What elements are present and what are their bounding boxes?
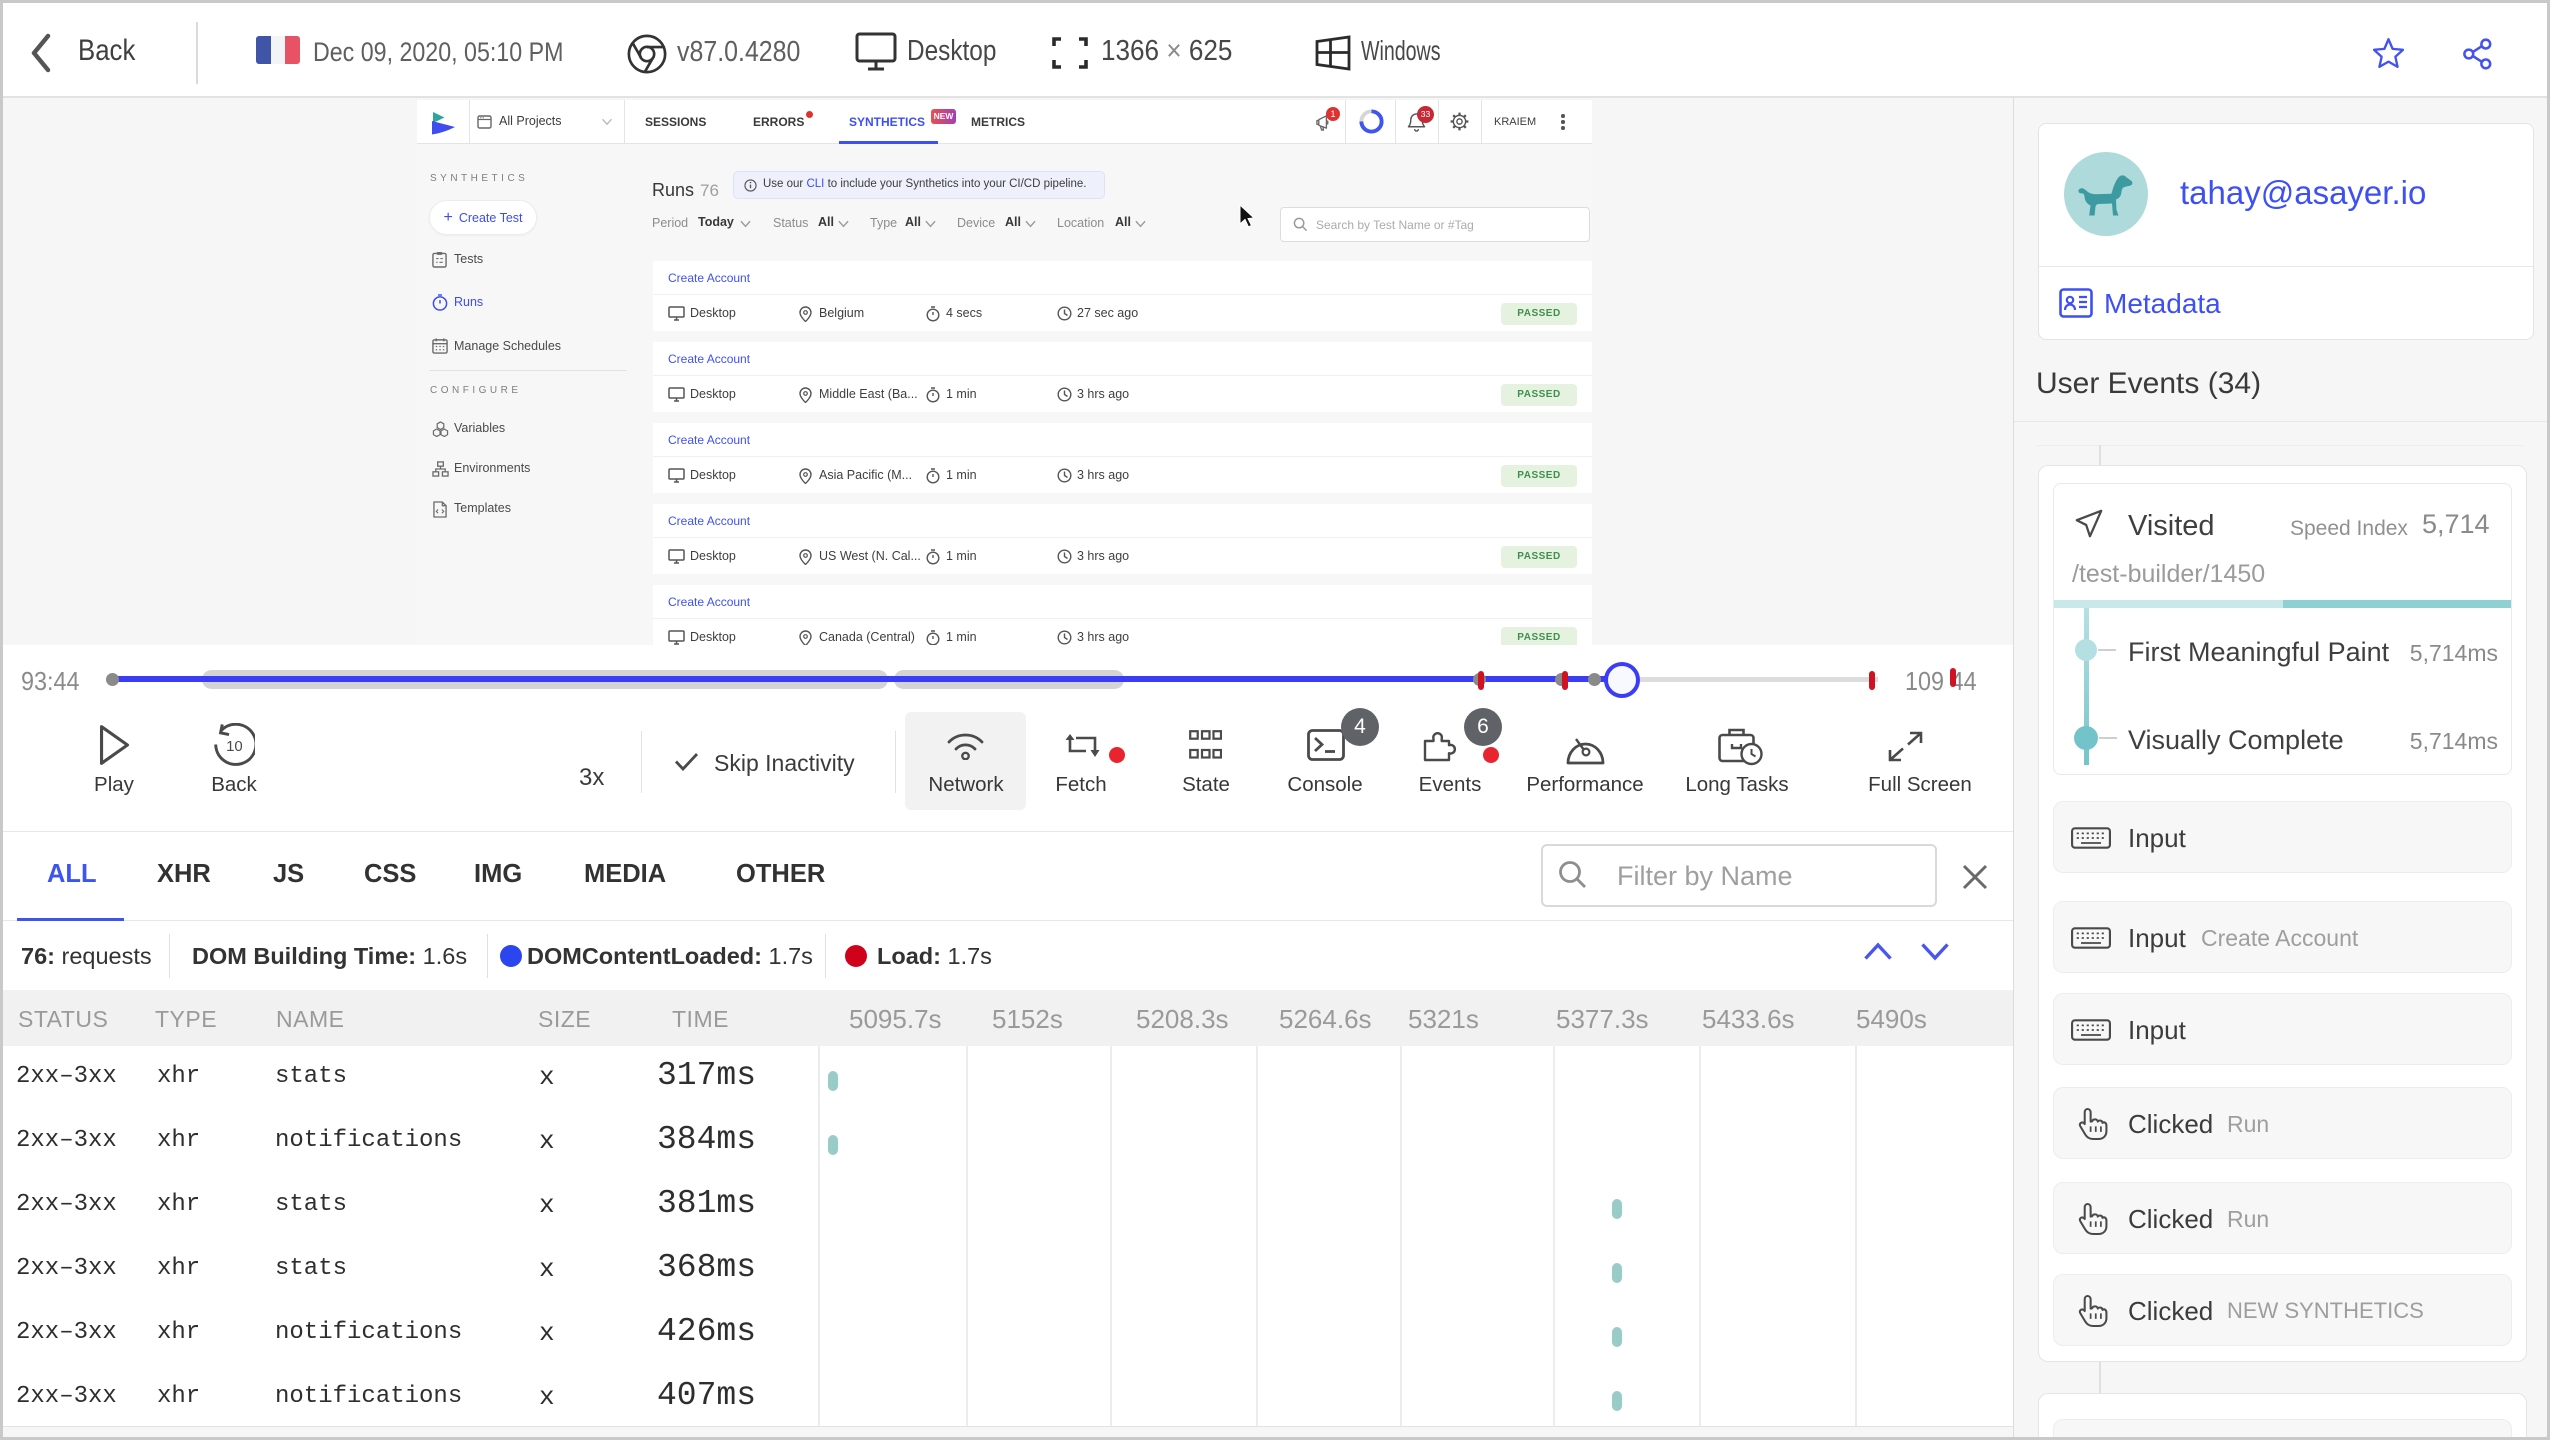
svg-text:10: 10	[226, 738, 243, 755]
